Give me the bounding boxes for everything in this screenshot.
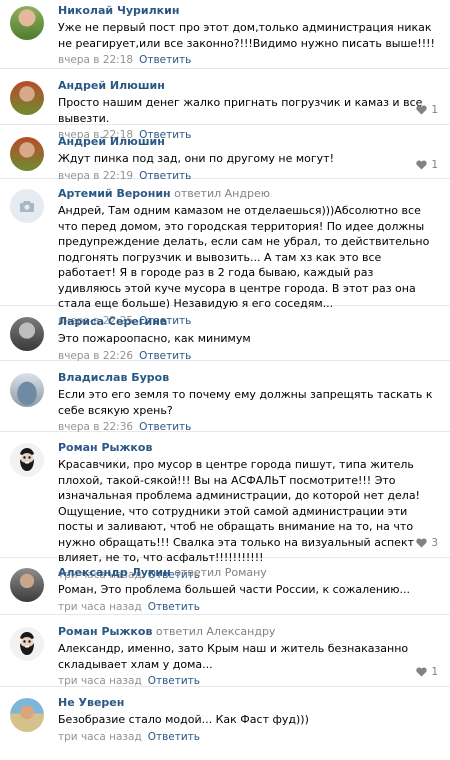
heart-icon (416, 105, 427, 115)
comment-item: Николай Чурилкин Уже не первый пост про … (0, 0, 450, 69)
avatar[interactable] (10, 443, 44, 477)
comment-author[interactable]: Андрей Илюшин (58, 135, 165, 148)
comment-text: Андрей, Там одним камазом не отделаешься… (58, 204, 430, 310)
comment-text: Уже не первый пост про этот дом,только а… (58, 21, 435, 50)
reply-button[interactable]: Ответить (139, 54, 191, 66)
like-button[interactable]: 1 (416, 104, 438, 116)
comment-text: Безобразие стало модой... Как Фаст фуд))… (58, 713, 309, 726)
comment-author[interactable]: Артемий Веронин (58, 187, 171, 200)
avatar[interactable] (10, 189, 44, 223)
comment-author[interactable]: Владислав Буров (58, 371, 169, 384)
avatar[interactable] (10, 568, 44, 602)
replied-label: ответил (174, 187, 222, 200)
avatar[interactable] (10, 137, 44, 171)
replied-label: ответил (155, 625, 203, 638)
comment-item: Не Уверен Безобразие стало модой... Как … (0, 687, 450, 747)
comment-author[interactable]: Александр Лукин (58, 566, 171, 579)
comment-feed: Николай Чурилкин Уже не первый пост про … (0, 0, 450, 747)
reply-target-link[interactable]: Александру (206, 625, 275, 638)
comment-text: Роман, Это проблема большей части России… (58, 583, 410, 596)
user-avatar-icon (20, 632, 34, 655)
comment-time[interactable]: вчера в 22:18 (58, 54, 133, 66)
comment-item: Артемий Веронин ответил Андрею Андрей, Т… (0, 179, 450, 327)
reply-button[interactable]: Ответить (139, 350, 191, 362)
comment-author[interactable]: Николай Чурилкин (58, 4, 179, 17)
heart-icon (416, 160, 427, 170)
comment-item: Роман Рыжков ответил Александру Александ… (0, 615, 450, 687)
comment-text: Если это его земля то почему ему должны … (58, 388, 433, 417)
replied-label: ответил (174, 566, 222, 579)
reply-button[interactable]: Ответить (148, 601, 200, 613)
comment-text: Александр, именно, зато Крым наш и жител… (58, 642, 409, 671)
comment-author[interactable]: Роман Рыжков (58, 441, 152, 454)
comment-author[interactable]: Лариса Серегина (58, 315, 167, 328)
comment-text: Это пожароопасно, как минимум (58, 332, 251, 345)
avatar[interactable] (10, 627, 44, 661)
avatar[interactable] (10, 698, 44, 732)
comment-time[interactable]: три часа назад (58, 675, 142, 687)
comment-item: Лариса Серегина Это пожароопасно, как ми… (0, 306, 450, 362)
avatar[interactable] (10, 373, 44, 407)
like-count: 1 (431, 666, 438, 678)
user-avatar-icon (20, 448, 34, 471)
reply-button[interactable]: Ответить (148, 731, 200, 743)
like-button[interactable]: 1 (416, 159, 438, 171)
avatar[interactable] (10, 6, 44, 40)
comment-text: Просто нашим денег жалко пригнать погруз… (58, 96, 423, 125)
comment-item: Владислав Буров Если это его земля то по… (0, 361, 450, 433)
camera-icon (20, 200, 34, 212)
comment-text: Красавчики, про мусор в центре города пи… (58, 458, 420, 564)
comment-text: Ждут пинка под зад, они по другому не мо… (58, 152, 334, 165)
heart-icon (416, 538, 427, 548)
comment-time[interactable]: три часа назад (58, 731, 142, 743)
comment-author[interactable]: Роман Рыжков (58, 625, 152, 638)
like-count: 1 (431, 159, 438, 171)
reply-button[interactable]: Ответить (148, 675, 200, 687)
comment-item: Андрей Илюшин Ждут пинка под зад, они по… (0, 125, 450, 182)
comment-author[interactable]: Не Уверен (58, 696, 124, 709)
avatar[interactable] (10, 81, 44, 115)
like-count: 3 (431, 537, 438, 549)
comment-time[interactable]: три часа назад (58, 601, 142, 613)
like-button[interactable]: 3 (416, 537, 438, 549)
reply-target-link[interactable]: Андрею (225, 187, 270, 200)
like-count: 1 (431, 104, 438, 116)
comment-time[interactable]: вчера в 22:26 (58, 350, 133, 362)
reply-target-link[interactable]: Роману (225, 566, 267, 579)
comment-author[interactable]: Андрей Илюшин (58, 79, 165, 92)
heart-icon (416, 667, 427, 677)
like-button[interactable]: 1 (416, 666, 438, 678)
comment-item: Роман Рыжков Красавчики, про мусор в цен… (0, 432, 450, 581)
comment-item: Андрей Илюшин Просто нашим денег жалко п… (0, 69, 450, 141)
comment-item: Александр Лукин ответил Роману Роман, Эт… (0, 558, 450, 615)
avatar[interactable] (10, 317, 44, 351)
